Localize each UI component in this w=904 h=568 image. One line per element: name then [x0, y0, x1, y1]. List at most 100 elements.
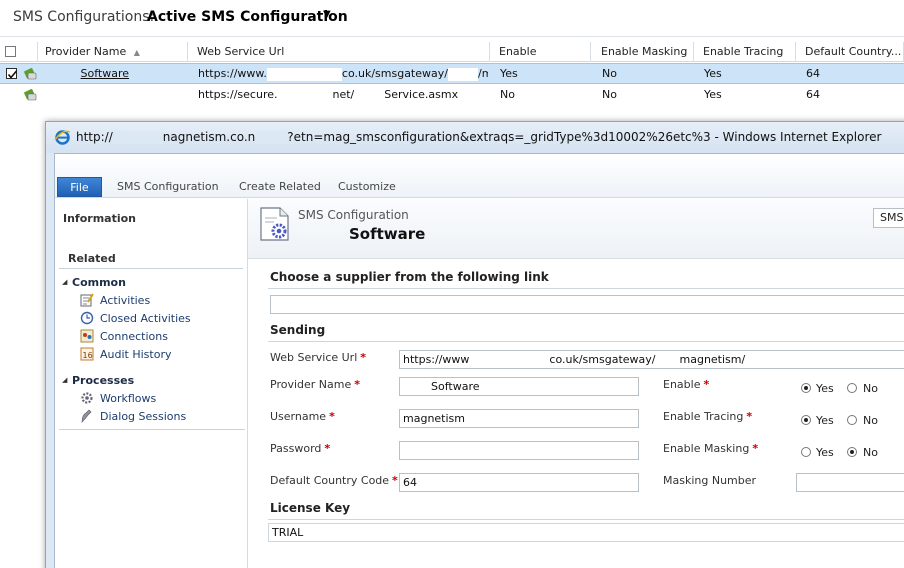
divider	[268, 519, 904, 520]
nav-item-connections[interactable]: Connections	[100, 330, 168, 343]
provider-name-link[interactable]: Software	[81, 67, 130, 80]
column-header-web-service-url[interactable]: Web Service Url	[192, 42, 490, 62]
tab-create-related[interactable]: Create Related	[239, 177, 321, 197]
table-row[interactable]: Software https://www. co.uk/smsgateway//m…	[0, 63, 904, 84]
nav-item-closed-activities[interactable]: Closed Activities	[100, 312, 191, 325]
nav-section-processes[interactable]: Processes	[72, 374, 134, 387]
ribbon: File SMS Configuration Create Related Cu…	[55, 154, 904, 198]
label-enable-masking: Enable Masking *	[663, 442, 759, 455]
nav-item-workflows[interactable]: Workflows	[100, 392, 156, 405]
workflows-gear-icon	[81, 392, 93, 404]
view-selector[interactable]: Active SMS Configuration	[147, 9, 348, 25]
provider-name-input[interactable]: Software	[399, 377, 639, 396]
audit-history-icon: 16	[80, 347, 94, 361]
password-input[interactable]	[399, 441, 639, 460]
divider	[59, 268, 243, 269]
connections-icon	[80, 329, 94, 343]
enable-masking-no-label: No	[863, 446, 878, 459]
label-masking-number: Masking Number	[663, 474, 757, 487]
collapse-triangle-icon[interactable]: ◢	[62, 376, 67, 384]
enable-cell: No	[500, 88, 515, 101]
divider	[59, 429, 245, 430]
nav-related-heading: Related	[68, 252, 116, 265]
collapse-triangle-icon[interactable]: ◢	[62, 278, 67, 286]
sms-config-icon	[24, 89, 37, 101]
table-row[interactable]: https://secure. net/Service.asmx No No Ye…	[0, 85, 904, 106]
enable-yes-label: Yes	[816, 382, 834, 395]
tab-customize[interactable]: Customize	[338, 177, 396, 197]
grid-header: Provider Name ▲ Web Service Url Enable E…	[0, 42, 904, 62]
window-content: File SMS Configuration Create Related Cu…	[54, 153, 904, 568]
column-header-enable-tracing[interactable]: Enable Tracing	[698, 42, 796, 62]
enable-tracing-no-label: No	[863, 414, 878, 427]
sms-button[interactable]: SMS	[873, 208, 904, 228]
enable-tracing-no-radio[interactable]	[847, 415, 857, 425]
label-default-country-code: Default Country Code *	[270, 474, 398, 487]
enable-yes-radio[interactable]	[801, 383, 811, 393]
record-window: http://nagnetism.co.n ?etn=mag_smsconfigu…	[45, 121, 904, 568]
tab-file[interactable]: File	[57, 177, 102, 197]
label-web-service-url: Web Service Url *	[270, 351, 367, 364]
form-navigation: Information Related ◢ Common Activities …	[55, 199, 248, 568]
provider-name-cell[interactable]	[45, 85, 190, 105]
sort-ascending-icon: ▲	[133, 48, 140, 57]
sms-configuration-entity-icon	[260, 207, 289, 241]
nav-item-audit-history[interactable]: Audit History	[100, 348, 171, 361]
masking-number-input[interactable]	[796, 473, 904, 492]
divider	[268, 341, 904, 342]
view-label: SMS Configurations:	[13, 9, 155, 25]
column-header-enable[interactable]: Enable	[494, 42, 591, 62]
column-header-provider-name[interactable]: Provider Name ▲	[40, 42, 188, 62]
sms-config-icon	[24, 68, 37, 80]
enable-masking-no-radio[interactable]	[847, 447, 857, 457]
window-title: http://nagnetism.co.n ?etn=mag_smsconfigu…	[76, 130, 882, 144]
divider	[268, 288, 904, 289]
label-password: Password *	[270, 442, 331, 455]
dialog-sessions-icon	[81, 409, 92, 423]
label-enable-tracing: Enable Tracing *	[663, 410, 753, 423]
header-spacer	[20, 42, 38, 62]
label-username: Username *	[270, 410, 335, 423]
window-titlebar[interactable]: http://nagnetism.co.n ?etn=mag_smsconfigu…	[46, 122, 904, 153]
enable-tracing-yes-label: Yes	[816, 414, 834, 427]
activities-icon	[80, 293, 94, 307]
enable-tracing-cell: Yes	[704, 88, 722, 101]
web-service-url-cell: https://www.co.uk/smsgateway//m...	[198, 67, 488, 81]
enable-tracing-cell: Yes	[704, 67, 722, 80]
svg-text:16: 16	[83, 351, 93, 360]
username-input[interactable]: magnetism	[399, 409, 639, 428]
default-country-cell: 64	[806, 67, 820, 80]
nav-information[interactable]: Information	[63, 212, 136, 225]
nav-item-activities[interactable]: Activities	[100, 294, 150, 307]
default-country-cell: 64	[806, 88, 820, 101]
section-title-sending: Sending	[270, 323, 326, 337]
label-enable: Enable *	[663, 378, 710, 391]
label-provider-name: Provider Name *	[270, 378, 361, 391]
column-header-enable-masking[interactable]: Enable Masking	[596, 42, 694, 62]
column-header-default-country[interactable]: Default Country...	[800, 42, 904, 62]
default-country-code-input[interactable]: 64	[399, 473, 639, 492]
supplier-link-field[interactable]	[270, 295, 904, 314]
entity-type-label: SMS Configuration	[298, 208, 409, 222]
section-title-license-key: License Key	[270, 501, 351, 515]
enable-no-radio[interactable]	[847, 383, 857, 393]
enable-masking-cell: No	[602, 67, 617, 80]
enable-no-label: No	[863, 382, 878, 395]
view-header: SMS Configurations: Active SMS Configura…	[0, 0, 904, 37]
select-all-checkbox[interactable]	[5, 46, 16, 57]
enable-masking-cell: No	[602, 88, 617, 101]
enable-tracing-yes-radio[interactable]	[801, 415, 811, 425]
enable-cell: Yes	[500, 67, 518, 80]
nav-section-common[interactable]: Common	[72, 276, 126, 289]
row-checkbox[interactable]	[6, 68, 18, 79]
license-key-input[interactable]: TRIAL	[268, 523, 904, 542]
internet-explorer-icon	[54, 130, 71, 145]
nav-item-dialog-sessions[interactable]: Dialog Sessions	[100, 410, 186, 423]
closed-activities-icon	[80, 311, 94, 325]
web-service-url-input[interactable]: https://www co.uk/smsgateway/magnetism/	[399, 350, 904, 369]
enable-masking-yes-radio[interactable]	[801, 447, 811, 457]
chevron-down-icon[interactable]: ▼	[323, 9, 331, 20]
form-header: SMS Configuration Software SMS	[248, 199, 904, 259]
tab-sms-configuration[interactable]: SMS Configuration	[117, 177, 219, 197]
column-label: Provider Name	[45, 45, 127, 58]
